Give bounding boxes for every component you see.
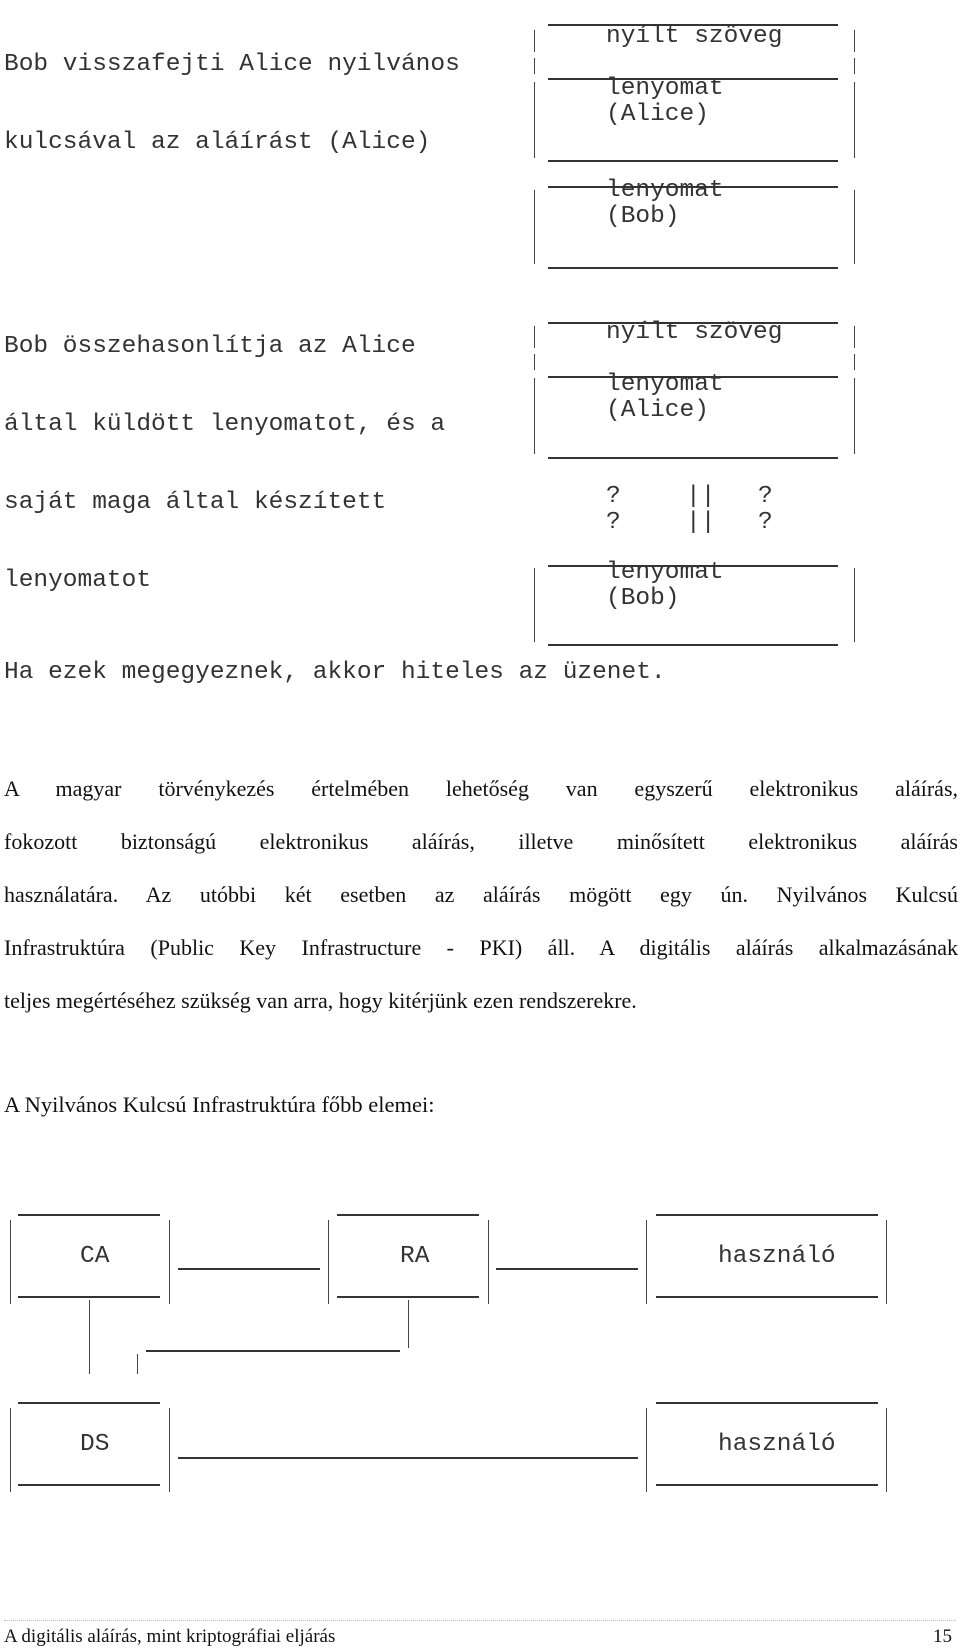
box-border bbox=[656, 1402, 878, 1404]
box-border bbox=[18, 1484, 160, 1486]
box-border bbox=[337, 1214, 479, 1216]
box-border bbox=[337, 1296, 479, 1298]
box-border bbox=[534, 568, 535, 642]
ra-ds-connector bbox=[146, 1350, 400, 1352]
question-mark: ? bbox=[758, 483, 773, 510]
box-border bbox=[169, 1220, 170, 1304]
box-border bbox=[646, 1408, 647, 1492]
digest-alice-label: lenyomat bbox=[606, 371, 724, 398]
digest-bob-owner: (Bob) bbox=[606, 585, 680, 612]
box-border bbox=[548, 160, 838, 162]
ra-down-connector bbox=[408, 1300, 409, 1348]
step1-line: Bob visszafejti Alice nyilvános bbox=[4, 51, 460, 78]
ds-label: DS bbox=[80, 1431, 110, 1458]
digest-bob-owner: (Bob) bbox=[606, 203, 680, 230]
box-border bbox=[886, 1408, 887, 1492]
footer-rule bbox=[4, 1620, 956, 1621]
box-border bbox=[534, 82, 535, 158]
box-border bbox=[854, 190, 855, 264]
digest-bob-label: lenyomat bbox=[606, 559, 724, 586]
user-label: használó bbox=[718, 1431, 836, 1458]
box-border bbox=[534, 378, 535, 454]
digest-bob-label: lenyomat bbox=[606, 177, 724, 204]
box-border bbox=[328, 1220, 329, 1304]
step2-text: Bob összehasonlítja az Alice által küldö… bbox=[4, 282, 445, 646]
paragraph-line: fokozott biztonságú elektronikus aláírás… bbox=[4, 829, 958, 854]
box-border bbox=[10, 1220, 11, 1304]
box-border bbox=[548, 644, 838, 646]
box-border bbox=[10, 1408, 11, 1492]
box-border bbox=[886, 1220, 887, 1304]
box-border bbox=[646, 1220, 647, 1304]
box-border bbox=[488, 1220, 489, 1304]
box-border bbox=[18, 1214, 160, 1216]
plaintext-label: nyílt szöveg bbox=[606, 23, 783, 50]
pki-heading: A Nyilvános Kulcsú Infrastruktúra főbb e… bbox=[4, 1092, 435, 1117]
step2-line: által küldött lenyomatot, és a bbox=[4, 411, 446, 438]
box-border bbox=[169, 1408, 170, 1492]
ca-ds-connector bbox=[89, 1300, 90, 1374]
ca-label: CA bbox=[80, 1243, 110, 1270]
ra-label: RA bbox=[400, 1243, 430, 1270]
digest-alice-label: lenyomat bbox=[606, 75, 724, 102]
digest-alice-owner: (Alice) bbox=[606, 397, 709, 424]
step2-line: saját maga által készített bbox=[4, 489, 387, 516]
ra-ds-connector-drop bbox=[137, 1354, 138, 1374]
step2-line: lenyomatot bbox=[4, 567, 152, 594]
box-border bbox=[854, 378, 855, 454]
equality-bars: || bbox=[686, 483, 716, 510]
box-border bbox=[534, 354, 535, 370]
box-border bbox=[534, 58, 535, 74]
box-border bbox=[854, 326, 855, 348]
box-border bbox=[534, 326, 535, 348]
box-border bbox=[534, 190, 535, 264]
box-border bbox=[656, 1214, 878, 1216]
digest-alice-owner: (Alice) bbox=[606, 101, 709, 128]
question-mark: ? bbox=[606, 483, 621, 510]
ra-user-connector bbox=[496, 1268, 638, 1270]
page-number: 15 bbox=[933, 1626, 952, 1647]
conclusion-text: Ha ezek megegyeznek, akkor hiteles az üz… bbox=[4, 659, 666, 686]
box-border bbox=[656, 1296, 878, 1298]
box-border bbox=[534, 30, 535, 52]
box-border bbox=[854, 568, 855, 642]
ds-user-connector bbox=[178, 1457, 638, 1459]
box-border bbox=[854, 82, 855, 158]
paragraph-line: A magyar törvénykezés értelmében lehetős… bbox=[4, 776, 958, 801]
step2-line: Bob összehasonlítja az Alice bbox=[4, 333, 416, 360]
paragraph-line: teljes megértéséhez szükség van arra, ho… bbox=[4, 988, 637, 1013]
body-paragraph: A magyar törvénykezés értelmében lehetős… bbox=[4, 762, 958, 1027]
box-border bbox=[548, 457, 838, 459]
footer-title: A digitális aláírás, mint kriptográfiai … bbox=[4, 1626, 336, 1647]
question-mark: ? bbox=[758, 509, 773, 536]
plaintext-label: nyílt szöveg bbox=[606, 319, 783, 346]
box-border bbox=[548, 267, 838, 269]
box-border bbox=[854, 354, 855, 370]
paragraph-line: használatára. Az utóbbi két esetben az a… bbox=[4, 882, 958, 907]
step1-line: kulcsával az aláírást (Alice) bbox=[4, 129, 431, 156]
box-border bbox=[18, 1402, 160, 1404]
user-label: használó bbox=[718, 1243, 836, 1270]
step1-text: Bob visszafejti Alice nyilvános kulcsáva… bbox=[4, 0, 460, 208]
equality-bars: || bbox=[686, 509, 716, 536]
paragraph-line: Infrastruktúra (Public Key Infrastructur… bbox=[4, 935, 958, 960]
box-border bbox=[18, 1296, 160, 1298]
ca-ra-connector bbox=[178, 1268, 320, 1270]
box-border bbox=[656, 1484, 878, 1486]
box-border bbox=[854, 58, 855, 74]
question-mark: ? bbox=[606, 509, 621, 536]
box-border bbox=[854, 30, 855, 52]
